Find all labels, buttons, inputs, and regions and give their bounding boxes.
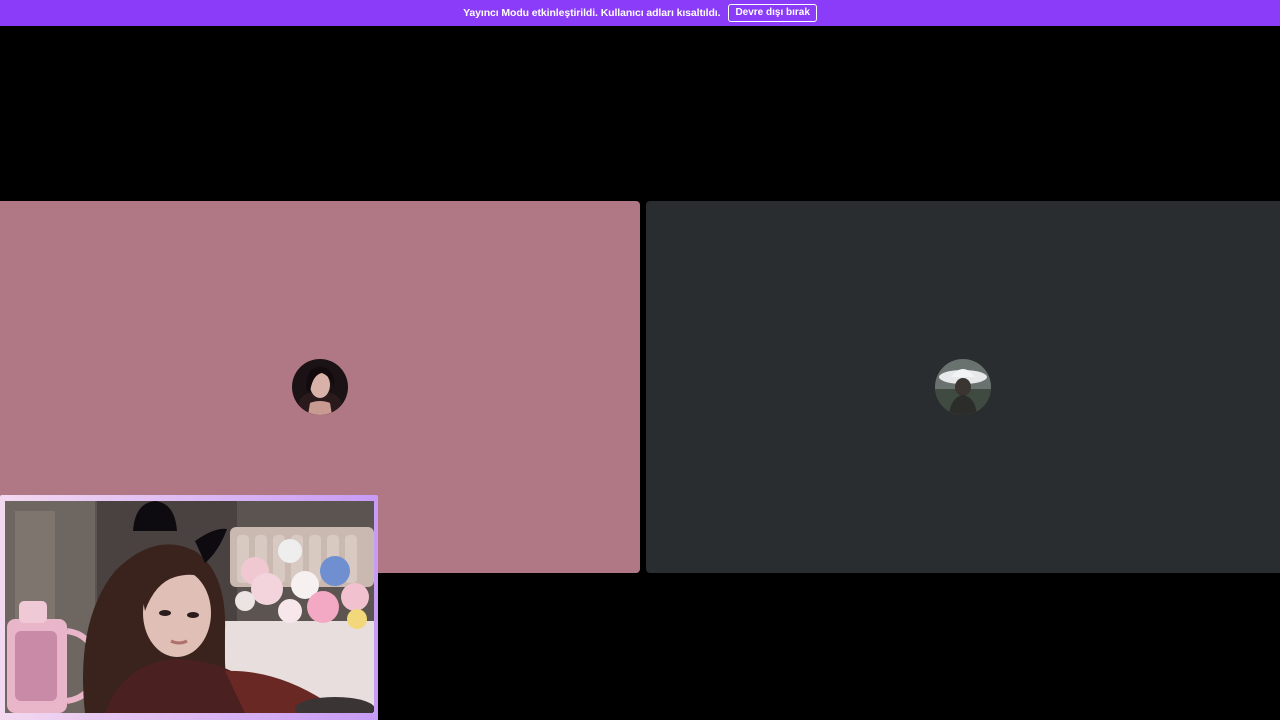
participant-avatar-1[interactable] [292,359,348,415]
streamer-mode-banner: Yayıncı Modu etkinleştirildi. Kullanıcı … [0,0,1280,26]
participant-avatar-2[interactable] [935,359,991,415]
webcam-feed [5,501,374,713]
webcam-overlay [0,495,378,720]
disable-streamer-mode-button[interactable]: Devre dışı bırak [728,4,817,22]
participant-tile-2[interactable] [646,201,1280,573]
streamer-mode-message: Yayıncı Modu etkinleştirildi. Kullanıcı … [463,7,721,19]
call-window: Yayıncı Modu etkinleştirildi. Kullanıcı … [0,0,1280,720]
